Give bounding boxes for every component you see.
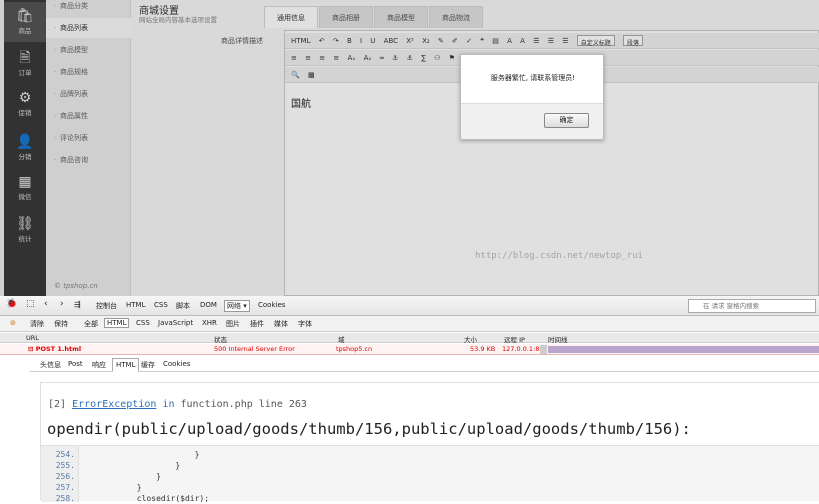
tab-dom[interactable]: DOM: [200, 301, 217, 309]
error-class-link[interactable]: ErrorException: [72, 399, 156, 410]
request-url[interactable]: ⊟ POST 1.html: [28, 345, 81, 353]
col-remote-ip[interactable]: 远程 IP: [504, 334, 525, 344]
devtools-toolbar: 🐞 ⬚ ‹ › ⇶ 控制台 HTML CSS 脚本 DOM 网络 ▾ Cooki…: [0, 296, 819, 316]
timeline-bar: [548, 346, 819, 353]
request-detail-tabs: 头信息 Post 响应 HTML 缓存 Cookies: [30, 358, 819, 372]
table-row[interactable]: ⊟ POST 1.html 500 Internal Server Error …: [0, 344, 819, 355]
code-line: 254. }: [41, 449, 200, 460]
tab-network[interactable]: 网络 ▾: [224, 300, 250, 312]
filter-plugins[interactable]: 插件: [250, 319, 264, 329]
code-line: 255. }: [41, 460, 180, 471]
line-source: }: [79, 472, 161, 481]
inspect-icon[interactable]: ⬚: [26, 299, 35, 309]
modal-overlay: [0, 0, 819, 296]
line-number: 257.: [55, 483, 75, 492]
code-line: 258. closedir($dir);: [41, 493, 209, 504]
firebug-icon[interactable]: 🐞: [6, 299, 17, 309]
filter-fonts[interactable]: 字体: [298, 319, 312, 329]
timeline-marker: [540, 345, 547, 354]
forward-arrow-icon[interactable]: ›: [60, 299, 64, 309]
request-domain: tpshop5.cn: [336, 345, 373, 353]
line-number: 255.: [55, 461, 75, 470]
col-domain[interactable]: 域: [338, 334, 345, 344]
tab-cookies[interactable]: Cookies: [258, 301, 285, 309]
filter-media[interactable]: 媒体: [274, 319, 288, 329]
admin-app: 🛍 商品 🗎 订单 ⚙ 促销 👤 分销 ▦ 微信 ⛓ 统计 商品分类 商品列表 …: [0, 0, 819, 296]
error-page-preview: [2] ErrorException in function.php line …: [40, 382, 819, 504]
tab-script[interactable]: 脚本: [176, 301, 190, 311]
request-size: 53.9 KB: [470, 345, 496, 353]
ok-button[interactable]: 确定: [544, 113, 589, 128]
error-keyword: in: [162, 399, 175, 410]
line-number: 256.: [55, 472, 75, 481]
filter-all[interactable]: 全部: [84, 319, 98, 329]
line-source: }: [79, 450, 200, 459]
col-status[interactable]: 状态: [214, 334, 227, 344]
clear-button[interactable]: 清除: [30, 319, 44, 329]
command-line-icon[interactable]: ⇶: [74, 300, 81, 309]
tab-response[interactable]: 响应: [92, 360, 106, 370]
col-url[interactable]: URL: [26, 334, 39, 342]
request-remote-ip: 127.0.0.1:80: [502, 345, 544, 353]
search-input[interactable]: 在 请求 窗格内搜索: [688, 299, 816, 313]
line-number: 258.: [55, 494, 75, 503]
devtools-panel: 🐞 ⬚ ‹ › ⇶ 控制台 HTML CSS 脚本 DOM 网络 ▾ Cooki…: [0, 296, 819, 504]
request-status: 500 Internal Server Error: [214, 345, 295, 353]
col-size[interactable]: 大小: [464, 334, 477, 344]
error-number: [2]: [48, 399, 67, 410]
tab-console[interactable]: 控制台: [96, 301, 117, 311]
error-heading: [2] ErrorException in function.php line …: [48, 399, 307, 410]
dialog-message: 服务器繁忙, 请联系管理员!: [490, 74, 576, 82]
tab-detail-cookies[interactable]: Cookies: [163, 360, 190, 368]
request-table-header: URL 状态 域 大小 远程 IP 时间线: [0, 333, 819, 344]
tab-html[interactable]: HTML: [126, 301, 145, 309]
dialog-footer: 确定: [461, 103, 603, 139]
tab-headers[interactable]: 头信息: [40, 360, 61, 370]
tab-cache[interactable]: 缓存: [141, 360, 155, 370]
clear-icon[interactable]: ⊘: [10, 319, 16, 327]
tab-html-preview[interactable]: HTML: [112, 358, 140, 372]
code-excerpt: 254. } 255. } 256. } 257. } 258. closedi…: [41, 445, 819, 504]
filter-images[interactable]: 图片: [226, 319, 240, 329]
tab-post[interactable]: Post: [68, 360, 83, 368]
filter-html[interactable]: HTML: [104, 318, 130, 328]
network-filter-bar: ⊘ 清除 保持 全部 HTML CSS JavaScript XHR 图片 插件…: [0, 316, 819, 332]
error-location: function.php line 263: [180, 399, 307, 410]
filter-css[interactable]: CSS: [136, 319, 150, 327]
persist-button[interactable]: 保持: [54, 319, 68, 329]
line-source: closedir($dir);: [79, 494, 210, 503]
back-arrow-icon[interactable]: ‹: [44, 299, 48, 309]
error-message: opendir(public/upload/goods/thumb/156,pu…: [47, 420, 691, 438]
filter-xhr[interactable]: XHR: [202, 319, 217, 327]
line-source: }: [79, 483, 142, 492]
col-timeline[interactable]: 时间线: [548, 334, 568, 344]
line-number: 254.: [55, 450, 75, 459]
code-line: 256. }: [41, 471, 161, 482]
tab-css[interactable]: CSS: [154, 301, 168, 309]
line-source: }: [79, 461, 181, 470]
filter-javascript[interactable]: JavaScript: [158, 319, 193, 327]
alert-dialog: 服务器繁忙, 请联系管理员! 确定: [460, 54, 604, 140]
code-line: 257. }: [41, 482, 142, 493]
